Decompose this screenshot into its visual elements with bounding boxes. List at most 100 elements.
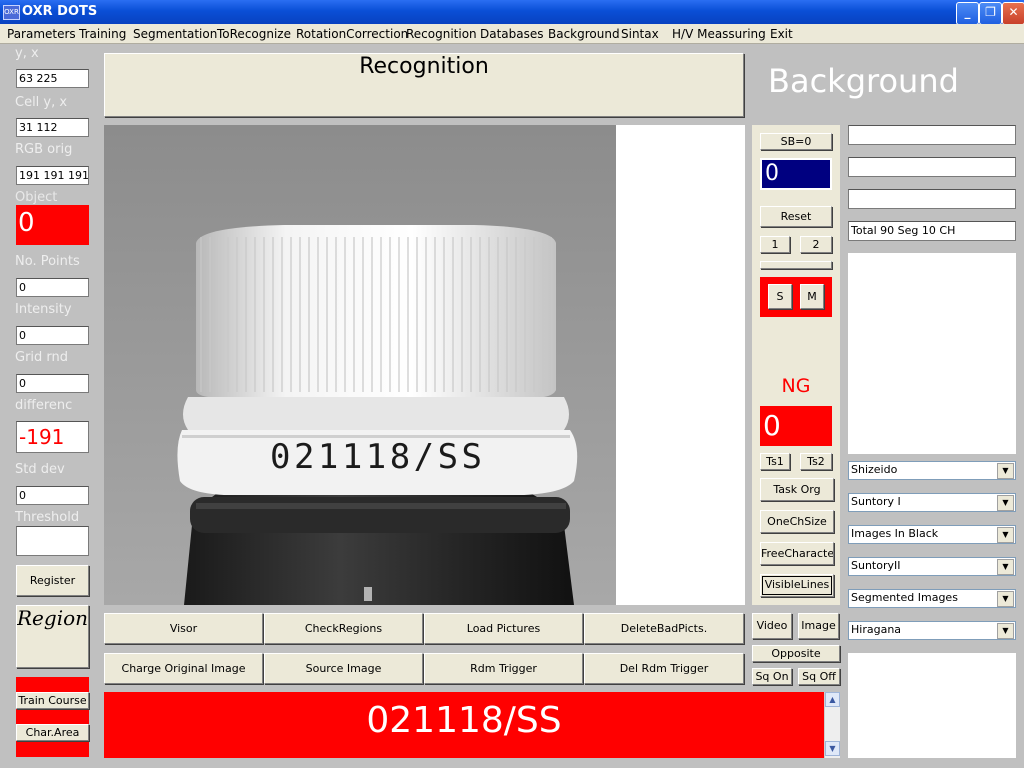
- total-field: Total 90 Seg 10 CH: [848, 221, 1016, 241]
- rgb-field[interactable]: 191 191 191: [16, 166, 89, 185]
- button-1[interactable]: 1: [760, 236, 790, 253]
- menu-exit[interactable]: Exit: [770, 27, 793, 41]
- combo-images-in-black-value: Images In Black: [851, 527, 939, 540]
- close-button[interactable]: ✕: [1002, 2, 1024, 25]
- del-rdm-trigger-button[interactable]: Del Rdm Trigger: [584, 653, 744, 684]
- intensity-label: Intensity: [15, 302, 72, 317]
- grid-field[interactable]: 0: [16, 374, 89, 393]
- rgb-label: RGB orig: [15, 142, 73, 157]
- grid-label: Grid rnd: [15, 350, 69, 365]
- right-field-1[interactable]: [848, 125, 1016, 145]
- menu-recognition[interactable]: Recognition: [406, 27, 477, 41]
- title-bar: OXR OXR DOTS _ ❐ ✕: [0, 0, 1024, 25]
- source-image-button[interactable]: Source Image: [264, 653, 423, 684]
- ng-value: 0: [760, 406, 832, 446]
- cell-field[interactable]: 31 112: [16, 118, 89, 137]
- s-button[interactable]: S: [768, 284, 792, 309]
- button-2[interactable]: 2: [800, 236, 832, 253]
- combo-images-in-black[interactable]: Images In Black ▼: [848, 525, 1016, 544]
- right-list-box[interactable]: [848, 253, 1016, 454]
- recognition-title: Recognition: [104, 53, 744, 117]
- chevron-down-icon[interactable]: ▼: [997, 623, 1014, 639]
- menu-segmentation[interactable]: Segmentation: [133, 27, 217, 41]
- visor-button[interactable]: Visor: [104, 613, 263, 644]
- visible-lines-button[interactable]: VisibleLines: [760, 574, 834, 597]
- object-value: 0: [16, 205, 89, 245]
- sq-on-button[interactable]: Sq On: [752, 668, 792, 685]
- combo-segmented-images-value: Segmented Images: [851, 591, 958, 604]
- yx-label: y, x: [15, 46, 39, 61]
- menu-rotationcorrection[interactable]: RotationCorrection: [296, 27, 408, 41]
- train-area-block: [16, 677, 89, 757]
- ng-label: NG: [781, 375, 811, 397]
- scroll-up-icon[interactable]: ▲: [825, 692, 840, 707]
- app-icon: OXR: [3, 5, 20, 20]
- free-character-button[interactable]: FreeCharacter: [760, 542, 834, 565]
- combo-shizeido-value: Shizeido: [851, 463, 898, 476]
- menu-background[interactable]: Background: [548, 27, 620, 41]
- combo-segmented-images[interactable]: Segmented Images ▼: [848, 589, 1016, 608]
- right-bottom-box[interactable]: [848, 653, 1016, 758]
- combo-hiragana[interactable]: Hiragana ▼: [848, 621, 1016, 640]
- menu-hv-meassuring[interactable]: H/V Meassuring: [672, 27, 766, 41]
- opposite-button[interactable]: Opposite: [752, 645, 840, 662]
- menu-parameters[interactable]: Parameters: [7, 27, 76, 41]
- delete-bad-picts-button[interactable]: DeleteBadPicts.: [584, 613, 744, 644]
- chevron-down-icon[interactable]: ▼: [997, 559, 1014, 575]
- control-panel: [752, 125, 840, 605]
- chevron-down-icon[interactable]: ▼: [997, 591, 1014, 607]
- menu-bar: Parameters Training Segmentation ToRecog…: [0, 24, 1024, 44]
- menu-databases[interactable]: Databases: [480, 27, 544, 41]
- charge-original-image-button[interactable]: Charge Original Image: [104, 653, 263, 684]
- register-button[interactable]: Register: [16, 565, 89, 596]
- scroll-down-icon[interactable]: ▼: [825, 741, 840, 756]
- chevron-down-icon[interactable]: ▼: [997, 527, 1014, 543]
- rdm-trigger-button[interactable]: Rdm Trigger: [424, 653, 583, 684]
- menu-sintax[interactable]: Sintax: [621, 27, 659, 41]
- window-title: OXR DOTS: [22, 4, 98, 19]
- combo-hiragana-value: Hiragana: [851, 623, 902, 636]
- m-button[interactable]: M: [800, 284, 824, 309]
- menu-torecognize[interactable]: ToRecognize: [217, 27, 291, 41]
- combo-suntory-1[interactable]: Suntory I ▼: [848, 493, 1016, 512]
- reset-button[interactable]: Reset: [760, 206, 832, 227]
- threshold-field[interactable]: [16, 526, 89, 556]
- bottle-cap-image: 021118/SS: [104, 125, 616, 605]
- chevron-down-icon[interactable]: ▼: [997, 463, 1014, 479]
- yx-field[interactable]: 63 225: [16, 69, 89, 88]
- minimize-button[interactable]: _: [956, 2, 979, 25]
- diff-label: differenc: [15, 398, 73, 413]
- video-button[interactable]: Video: [752, 613, 792, 639]
- char-area-button[interactable]: Char.Area: [16, 724, 89, 741]
- sb-value: 0: [760, 158, 832, 190]
- right-field-3[interactable]: [848, 189, 1016, 209]
- std-field[interactable]: 0: [16, 486, 89, 505]
- check-regions-button[interactable]: CheckRegions: [264, 613, 423, 644]
- combo-shizeido[interactable]: Shizeido ▼: [848, 461, 1016, 480]
- points-field[interactable]: 0: [16, 278, 89, 297]
- chevron-down-icon[interactable]: ▼: [997, 495, 1014, 511]
- load-pictures-button[interactable]: Load Pictures: [424, 613, 583, 644]
- cell-label: Cell y, x: [15, 95, 68, 110]
- camera-view[interactable]: 021118/SS: [104, 125, 616, 605]
- intensity-field[interactable]: 0: [16, 326, 89, 345]
- combo-suntory-1-value: Suntory I: [851, 495, 901, 508]
- train-course-button[interactable]: Train Course: [16, 692, 89, 709]
- slim-button[interactable]: [760, 261, 832, 269]
- restore-button[interactable]: ❐: [979, 2, 1002, 25]
- object-label: Object: [15, 190, 58, 205]
- image-button[interactable]: Image: [798, 613, 839, 639]
- task-org-button[interactable]: Task Org: [760, 478, 834, 501]
- menu-training[interactable]: Training: [79, 27, 126, 41]
- result-scrollbar[interactable]: ▲ ▼: [824, 692, 840, 758]
- region-logo-button[interactable]: Region: [16, 605, 89, 668]
- sb-button[interactable]: SB=0: [760, 133, 832, 150]
- ts1-button[interactable]: Ts1: [760, 453, 790, 470]
- right-field-2[interactable]: [848, 157, 1016, 177]
- combo-suntory-2[interactable]: SuntoryII ▼: [848, 557, 1016, 576]
- one-ch-size-button[interactable]: OneChSize: [760, 510, 834, 533]
- image-blank-area: [616, 125, 745, 605]
- threshold-label: Threshold: [15, 510, 80, 525]
- ts2-button[interactable]: Ts2: [800, 453, 832, 470]
- sq-off-button[interactable]: Sq Off: [798, 668, 840, 685]
